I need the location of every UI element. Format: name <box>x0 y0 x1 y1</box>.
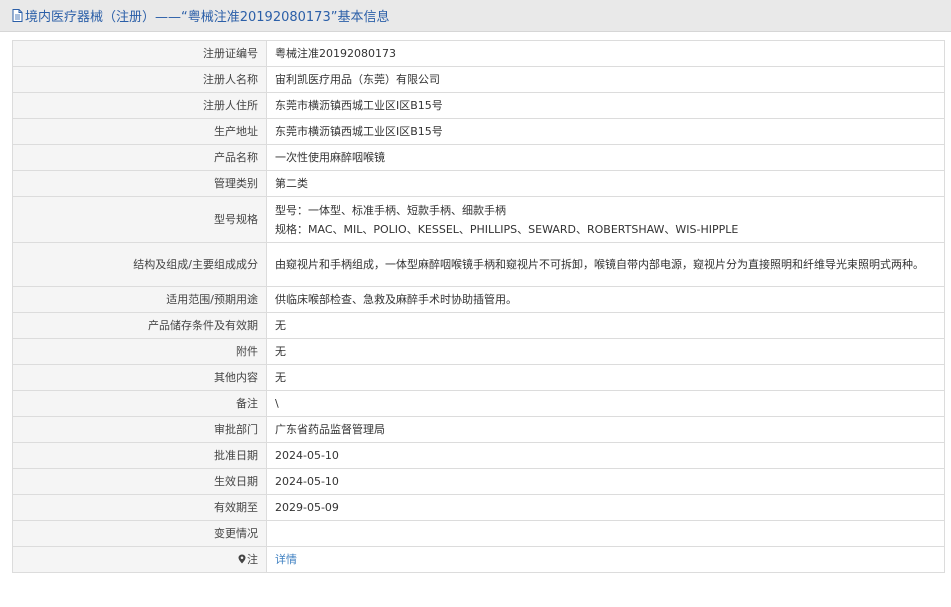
table-row: 结构及组成/主要组成成分 由窥视片和手柄组成，一体型麻醉咽喉镜手柄和窥视片不可拆… <box>12 242 945 287</box>
document-icon <box>12 9 23 22</box>
row-value: 东莞市横沥镇西城工业区Ⅰ区B15号 <box>266 118 945 145</box>
row-value: 东莞市横沥镇西城工业区Ⅰ区B15号 <box>266 92 945 119</box>
table-row: 产品名称 一次性使用麻醉咽喉镜 <box>12 144 945 171</box>
table-row: 型号规格 型号：一体型、标准手柄、短款手柄、细款手柄 规格：MAC、MIL、PO… <box>12 196 945 243</box>
table-row: 注 详情 <box>12 546 945 573</box>
table-row: 审批部门 广东省药品监督管理局 <box>12 416 945 443</box>
row-label: 适用范围/预期用途 <box>12 286 267 313</box>
row-label: 结构及组成/主要组成成分 <box>12 242 267 287</box>
row-label: 其他内容 <box>12 364 267 391</box>
row-value: 无 <box>266 338 945 365</box>
row-value: 第二类 <box>266 170 945 197</box>
row-value: 宙利凯医疗用品（东莞）有限公司 <box>266 66 945 93</box>
table-row: 管理类别 第二类 <box>12 170 945 197</box>
spec-line: 规格：MAC、MIL、POLIO、KESSEL、PHILLIPS、SEWARD、… <box>275 222 739 236</box>
row-value: 型号：一体型、标准手柄、短款手柄、细款手柄 规格：MAC、MIL、POLIO、K… <box>266 196 945 243</box>
row-label: 注册证编号 <box>12 40 267 67</box>
info-table: 注册证编号 粤械注准20192080173 注册人名称 宙利凯医疗用品（东莞）有… <box>12 40 945 573</box>
row-value: 供临床喉部检查、急救及麻醉手术时协助插管用。 <box>266 286 945 313</box>
page-title: 境内医疗器械（注册）——“粤械注准20192080173”基本信息 <box>25 10 390 25</box>
row-label: 注册人住所 <box>12 92 267 119</box>
row-label: 附件 <box>12 338 267 365</box>
info-table-container: 注册证编号 粤械注准20192080173 注册人名称 宙利凯医疗用品（东莞）有… <box>12 40 945 573</box>
row-value <box>266 520 945 547</box>
row-value: 2029-05-09 <box>266 494 945 521</box>
row-label: 管理类别 <box>12 170 267 197</box>
row-label: 注册人名称 <box>12 66 267 93</box>
page-header: 境内医疗器械（注册）——“粤械注准20192080173”基本信息 <box>0 0 951 32</box>
details-link[interactable]: 详情 <box>275 553 297 566</box>
row-label: 备注 <box>12 390 267 417</box>
table-row: 注册证编号 粤械注准20192080173 <box>12 40 945 67</box>
model-line: 型号：一体型、标准手柄、短款手柄、细款手柄 <box>275 203 506 217</box>
table-row: 生效日期 2024-05-10 <box>12 468 945 495</box>
row-value: 无 <box>266 364 945 391</box>
row-value: 无 <box>266 312 945 339</box>
note-label-cell: 注 <box>12 546 267 573</box>
row-label: 审批部门 <box>12 416 267 443</box>
table-row: 注册人名称 宙利凯医疗用品（东莞）有限公司 <box>12 66 945 93</box>
row-label: 变更情况 <box>12 520 267 547</box>
row-value: 由窥视片和手柄组成，一体型麻醉咽喉镜手柄和窥视片不可拆卸，喉镜自带内部电源，窥视… <box>266 242 945 287</box>
table-row: 批准日期 2024-05-10 <box>12 442 945 469</box>
row-value: 详情 <box>266 546 945 573</box>
table-row: 其他内容 无 <box>12 364 945 391</box>
row-value: 2024-05-10 <box>266 442 945 469</box>
row-value: 广东省药品监督管理局 <box>266 416 945 443</box>
table-row: 有效期至 2029-05-09 <box>12 494 945 521</box>
row-label: 产品名称 <box>12 144 267 171</box>
table-row: 附件 无 <box>12 338 945 365</box>
table-row: 注册人住所 东莞市横沥镇西城工业区Ⅰ区B15号 <box>12 92 945 119</box>
row-label: 产品储存条件及有效期 <box>12 312 267 339</box>
row-value: 2024-05-10 <box>266 468 945 495</box>
row-label: 注 <box>247 553 258 566</box>
table-row: 产品储存条件及有效期 无 <box>12 312 945 339</box>
row-label: 批准日期 <box>12 442 267 469</box>
row-label: 有效期至 <box>12 494 267 521</box>
location-pin-icon <box>238 554 246 564</box>
table-row: 变更情况 <box>12 520 945 547</box>
row-label: 型号规格 <box>12 196 267 243</box>
table-row: 生产地址 东莞市横沥镇西城工业区Ⅰ区B15号 <box>12 118 945 145</box>
table-row: 适用范围/预期用途 供临床喉部检查、急救及麻醉手术时协助插管用。 <box>12 286 945 313</box>
row-label: 生效日期 <box>12 468 267 495</box>
row-value: 粤械注准20192080173 <box>266 40 945 67</box>
table-row: 备注 \ <box>12 390 945 417</box>
row-value: \ <box>266 390 945 417</box>
row-value: 一次性使用麻醉咽喉镜 <box>266 144 945 171</box>
row-label: 生产地址 <box>12 118 267 145</box>
